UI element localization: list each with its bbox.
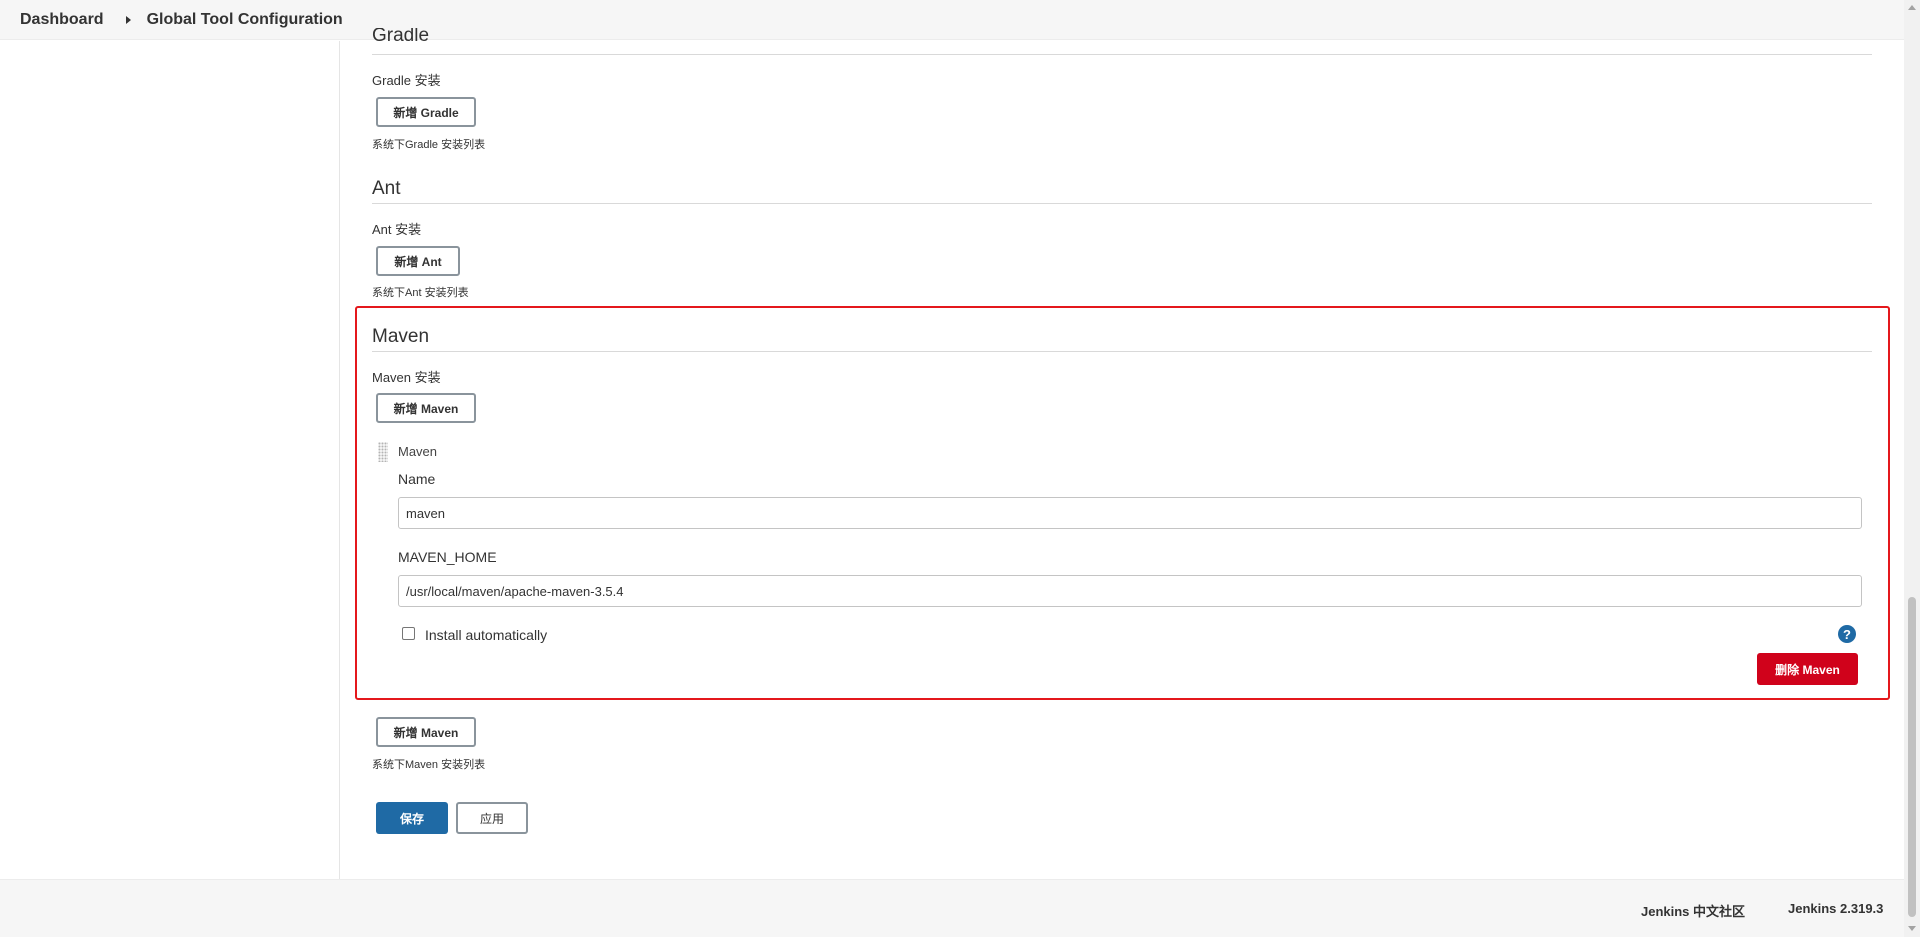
gradle-install-label: Gradle 安装 <box>372 73 441 88</box>
drag-handle-icon[interactable] <box>378 442 388 462</box>
scrollbar-thumb[interactable] <box>1908 597 1916 917</box>
add-gradle-button[interactable]: 新增 Gradle <box>376 97 476 127</box>
footer-community-link[interactable]: Jenkins 中文社区 <box>1641 901 1745 920</box>
section-divider <box>372 54 1872 55</box>
section-divider <box>372 203 1872 204</box>
delete-maven-button[interactable]: 删除 Maven <box>1757 653 1858 685</box>
maven-entry-title: Maven <box>398 444 438 459</box>
add-ant-button[interactable]: 新增 Ant <box>376 246 460 276</box>
footer <box>0 879 1904 937</box>
install-automatically-checkbox[interactable] <box>402 627 415 640</box>
side-panel <box>0 41 340 879</box>
save-button[interactable]: 保存 <box>376 802 448 834</box>
ant-section-title: Ant <box>372 178 401 199</box>
scroll-down-arrow-icon[interactable] <box>1908 926 1916 931</box>
ant-description: 系统下Ant 安装列表 <box>372 287 469 299</box>
breadcrumb-global-tool-configuration[interactable]: Global Tool Configuration <box>147 11 343 29</box>
name-input[interactable] <box>398 497 1862 529</box>
help-icon[interactable]: ? <box>1838 625 1856 643</box>
breadcrumb-dashboard[interactable]: Dashboard <box>20 11 104 29</box>
maven-home-input[interactable] <box>398 575 1862 607</box>
chevron-right-icon <box>125 15 131 24</box>
breadcrumb: Dashboard Global Tool Configuration <box>0 0 1904 40</box>
maven-description: 系统下Maven 安装列表 <box>372 759 486 771</box>
add-maven-button-bottom[interactable]: 新增 Maven <box>376 717 476 747</box>
footer-version-link[interactable]: Jenkins 2.319.3 <box>1788 901 1883 916</box>
name-label: Name <box>398 471 436 487</box>
gradle-section-title: Gradle <box>372 28 430 41</box>
ant-install-label: Ant 安装 <box>372 222 422 237</box>
maven-home-label: MAVEN_HOME <box>398 549 497 565</box>
scroll-up-arrow-icon[interactable] <box>1908 5 1916 10</box>
gradle-description: 系统下Gradle 安装列表 <box>372 139 486 151</box>
apply-button[interactable]: 应用 <box>456 802 528 834</box>
install-automatically-label[interactable]: Install automatically <box>425 627 547 643</box>
